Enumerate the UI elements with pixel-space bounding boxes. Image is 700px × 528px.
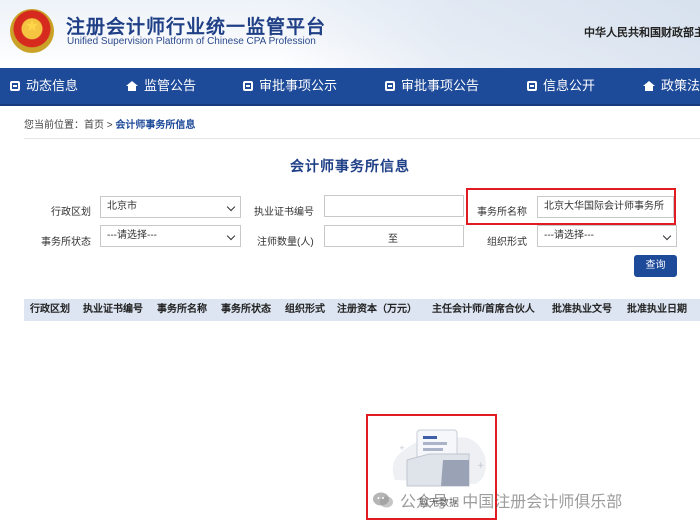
wechat-icon [373,492,393,508]
cpa-count-label: 注师数量(人) [257,237,314,248]
breadcrumb: 您当前位置：首页 > 会计师事务所信息 [24,116,195,131]
column-header[interactable]: 事务所状态 [221,299,271,321]
column-header[interactable]: 行政区划 [30,299,70,321]
org-form-select[interactable]: ---请选择--- [537,225,677,247]
nav-item-label: 监管公告 [144,78,197,93]
watermark-text: 公众号 · 中国注册会计师俱乐部 [400,494,623,511]
range-separator: 至 [388,234,398,245]
cert-number-input[interactable] [324,195,464,217]
column-header[interactable]: 注册资本（万元） [337,299,417,321]
grid-icon [527,81,537,91]
org-form-label: 组织形式 [487,237,527,248]
nav-item-approval-notice[interactable]: 审批事项公告 [385,68,479,104]
nav-item-approval-publicity[interactable]: 审批事项公示 [243,68,337,104]
column-header[interactable]: 批准执业日期 [627,299,687,321]
column-header[interactable]: 主任会计师/首席合伙人 [432,299,535,321]
nav-item-news[interactable]: 动态信息 [10,68,78,104]
column-header[interactable]: 批准执业文号 [552,299,612,321]
column-header[interactable]: 执业证书编号 [83,299,143,321]
nav-item-label: 动态信息 [26,78,79,93]
firm-name-highlight [466,188,676,225]
watermark: 公众号 · 中国注册会计师俱乐部 [372,488,622,512]
main-nav: 动态信息 监管公告 审批事项公示 审批事项公告 信息公开 政策法 [0,68,700,106]
monitor-icon [243,81,253,91]
chat-icon [385,81,395,91]
firm-status-select[interactable]: ---请选择--- [100,225,241,247]
nav-item-label: 信息公开 [543,78,596,93]
region-select[interactable]: 北京市 [100,196,241,218]
site-header: ★ 注册会计师行业统一监管平台 Unified Supervision Plat… [0,0,700,68]
cert-number-label: 执业证书编号 [254,207,314,218]
breadcrumb-current: 会计师事务所信息 [115,120,196,131]
ministry-link[interactable]: 中华人民共和国财政部主 [584,24,700,40]
query-button[interactable]: 查询 [634,255,677,277]
page-title: 会计师事务所信息 [290,158,410,174]
firm-status-label: 事务所状态 [41,237,91,248]
column-header[interactable]: 组织形式 [285,299,325,321]
document-icon [10,81,20,91]
results-table-header: 行政区划 执业证书编号 事务所名称 事务所状态 组织形式 注册资本（万元） 主任… [24,299,700,321]
nav-item-label: 审批事项公示 [259,78,338,93]
nav-item-info-disclosure[interactable]: 信息公开 [527,68,595,104]
nav-item-announcements[interactable]: 监管公告 [126,68,196,104]
nav-item-label: 审批事项公告 [401,78,480,93]
site-subtitle: Unified Supervision Platform of Chinese … [67,36,316,47]
column-header[interactable]: 事务所名称 [157,299,207,321]
national-emblem-icon: ★ [10,9,54,53]
nav-item-policy[interactable]: 政策法 [643,68,700,104]
nav-item-label: 政策法 [661,78,700,93]
site-title[interactable]: 注册会计师行业统一监管平台 [66,12,326,39]
divider [24,138,700,139]
house-icon [126,81,138,91]
bank-icon [643,81,655,91]
region-label: 行政区划 [51,207,91,218]
breadcrumb-prefix[interactable]: 您当前位置：首页 > [24,120,113,131]
